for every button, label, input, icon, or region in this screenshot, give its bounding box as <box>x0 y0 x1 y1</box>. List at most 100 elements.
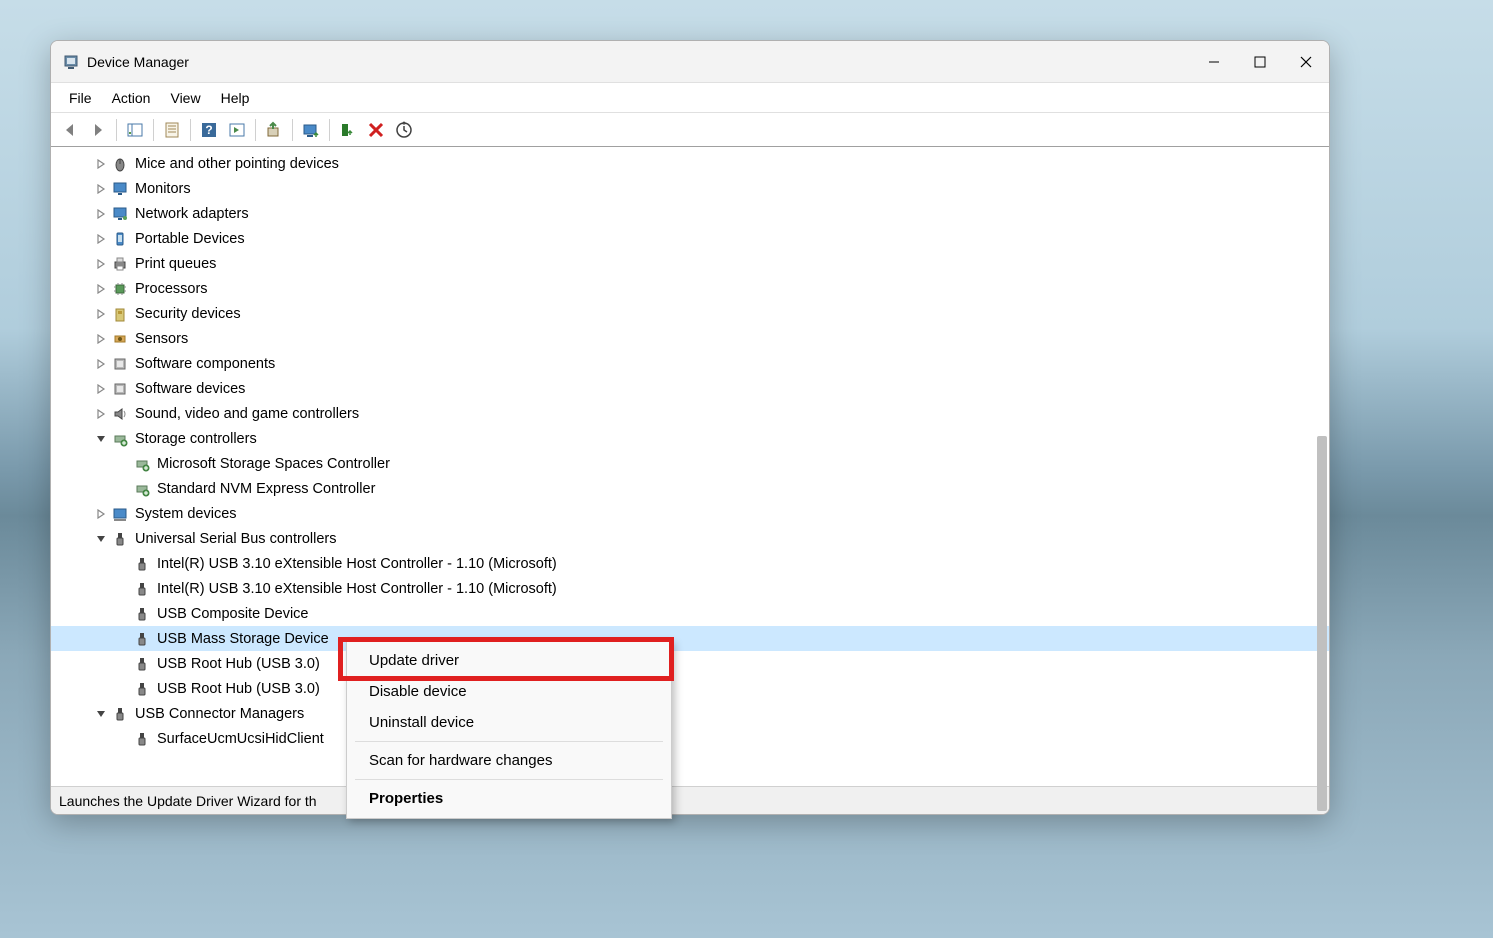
uninstall-button[interactable] <box>363 117 389 143</box>
tree-row[interactable]: Software devices <box>51 376 1329 401</box>
toolbar-separator <box>292 119 293 141</box>
expand-icon[interactable] <box>93 406 109 422</box>
tree-label: Sensors <box>135 331 188 347</box>
security-icon <box>111 305 129 323</box>
tree-row[interactable]: Intel(R) USB 3.10 eXtensible Host Contro… <box>51 551 1329 576</box>
usb-icon <box>133 655 151 673</box>
collapse-icon[interactable] <box>93 531 109 547</box>
expand-icon[interactable] <box>93 206 109 222</box>
tree-label: Microsoft Storage Spaces Controller <box>157 456 390 472</box>
portable-icon <box>111 230 129 248</box>
back-button[interactable] <box>57 117 83 143</box>
sensor-icon <box>111 330 129 348</box>
help-button[interactable]: ? <box>196 117 222 143</box>
storage-icon <box>111 430 129 448</box>
disable-button[interactable] <box>298 117 324 143</box>
expand-icon[interactable] <box>93 331 109 347</box>
collapse-icon[interactable] <box>93 431 109 447</box>
tree-label: USB Connector Managers <box>135 706 304 722</box>
device-tree[interactable]: Mice and other pointing devicesMonitorsN… <box>51 147 1329 786</box>
context-menu-item[interactable]: Uninstall device <box>347 707 671 738</box>
toolbar-separator <box>329 119 330 141</box>
scrollbar-thumb[interactable] <box>1317 436 1327 811</box>
tree-row[interactable]: USB Composite Device <box>51 601 1329 626</box>
tree-row[interactable]: Standard NVM Express Controller <box>51 476 1329 501</box>
tree-row[interactable]: SurfaceUcmUcsiHidClient <box>51 726 1329 751</box>
tree-row[interactable]: Software components <box>51 351 1329 376</box>
expand-icon[interactable] <box>93 156 109 172</box>
usb-icon <box>133 680 151 698</box>
tree-label: Sound, video and game controllers <box>135 406 359 422</box>
context-menu-item[interactable]: Properties <box>347 783 671 814</box>
statusbar: Launches the Update Driver Wizard for th <box>51 786 1329 814</box>
properties-button[interactable] <box>159 117 185 143</box>
window-title: Device Manager <box>87 54 189 70</box>
expand-icon[interactable] <box>93 356 109 372</box>
storage-icon <box>133 480 151 498</box>
tree-row[interactable]: Print queues <box>51 251 1329 276</box>
tree-row[interactable]: Storage controllers <box>51 426 1329 451</box>
toolbar: ? <box>51 113 1329 147</box>
mouse-icon <box>111 155 129 173</box>
tree-row[interactable]: Universal Serial Bus controllers <box>51 526 1329 551</box>
tree-row[interactable]: System devices <box>51 501 1329 526</box>
expand-icon[interactable] <box>93 381 109 397</box>
tree-row[interactable]: Portable Devices <box>51 226 1329 251</box>
toolbar-separator <box>190 119 191 141</box>
menu-action[interactable]: Action <box>102 86 161 110</box>
expand-icon[interactable] <box>93 506 109 522</box>
usb-icon <box>133 730 151 748</box>
context-menu-item[interactable]: Update driver <box>347 645 671 676</box>
titlebar[interactable]: Device Manager <box>51 41 1329 83</box>
tree-row[interactable]: USB Connector Managers <box>51 701 1329 726</box>
printer-icon <box>111 255 129 273</box>
expand-icon[interactable] <box>93 181 109 197</box>
update-driver-button[interactable] <box>261 117 287 143</box>
menu-view[interactable]: View <box>160 86 210 110</box>
tree-row[interactable]: USB Root Hub (USB 3.0) <box>51 651 1329 676</box>
context-menu-item[interactable]: Disable device <box>347 676 671 707</box>
usb-icon <box>111 530 129 548</box>
tree-row[interactable]: Monitors <box>51 176 1329 201</box>
context-menu-item[interactable]: Scan for hardware changes <box>347 745 671 776</box>
chip-icon <box>111 280 129 298</box>
tree-row[interactable]: Security devices <box>51 301 1329 326</box>
tree-row[interactable]: USB Root Hub (USB 3.0) <box>51 676 1329 701</box>
tree-label: Software devices <box>135 381 245 397</box>
tree-label: USB Mass Storage Device <box>157 631 329 647</box>
tree-label: Software components <box>135 356 275 372</box>
minimize-button[interactable] <box>1191 41 1237 83</box>
expand-icon[interactable] <box>93 281 109 297</box>
console-tree-button[interactable] <box>122 117 148 143</box>
tree-row[interactable]: Sound, video and game controllers <box>51 401 1329 426</box>
enable-button[interactable] <box>335 117 361 143</box>
storage-icon <box>133 455 151 473</box>
menu-file[interactable]: File <box>59 86 102 110</box>
tree-row[interactable]: Microsoft Storage Spaces Controller <box>51 451 1329 476</box>
tree-row[interactable]: Mice and other pointing devices <box>51 151 1329 176</box>
scan-hardware-button[interactable] <box>391 117 417 143</box>
collapse-icon[interactable] <box>93 706 109 722</box>
tree-label: System devices <box>135 506 237 522</box>
forward-button[interactable] <box>85 117 111 143</box>
status-text: Launches the Update Driver Wizard for th <box>59 793 317 809</box>
action-button[interactable] <box>224 117 250 143</box>
tree-row[interactable]: Intel(R) USB 3.10 eXtensible Host Contro… <box>51 576 1329 601</box>
expand-icon[interactable] <box>93 256 109 272</box>
usb-icon <box>133 555 151 573</box>
expand-icon[interactable] <box>93 231 109 247</box>
close-button[interactable] <box>1283 41 1329 83</box>
tree-row[interactable]: Network adapters <box>51 201 1329 226</box>
menu-help[interactable]: Help <box>211 86 260 110</box>
svg-text:?: ? <box>205 123 212 137</box>
network-icon <box>111 205 129 223</box>
tree-row[interactable]: USB Mass Storage Device <box>51 626 1329 651</box>
expand-icon[interactable] <box>93 306 109 322</box>
tree-label: Print queues <box>135 256 216 272</box>
maximize-button[interactable] <box>1237 41 1283 83</box>
tree-label: USB Root Hub (USB 3.0) <box>157 656 320 672</box>
tree-row[interactable]: Processors <box>51 276 1329 301</box>
tree-label: Storage controllers <box>135 431 257 447</box>
tree-row[interactable]: Sensors <box>51 326 1329 351</box>
menubar: File Action View Help <box>51 83 1329 113</box>
